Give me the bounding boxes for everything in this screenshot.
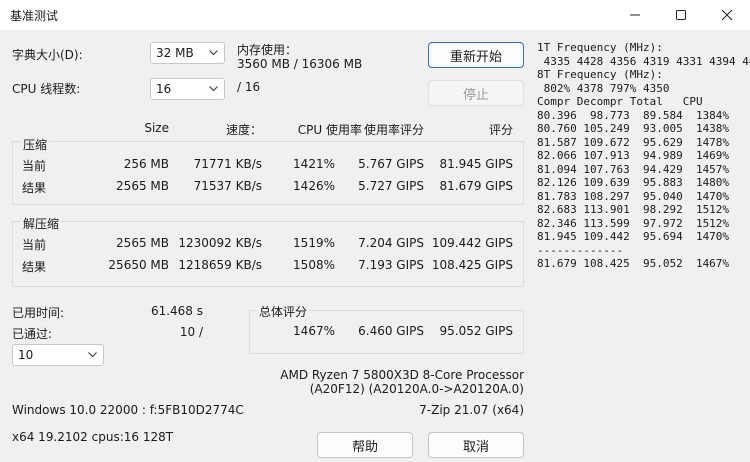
decompress-group: [12, 221, 524, 287]
help-button-label: 帮助: [351, 439, 378, 455]
compress-group-title: 压缩: [21, 136, 50, 153]
total-rating: 95.052 GIPS: [439, 324, 514, 338]
log-line: 81.679 108.425 95.052 1467%: [537, 257, 730, 270]
window-title: 基准测试: [10, 9, 59, 23]
elapsed-time-value: 61.468 s: [150, 304, 203, 318]
cpu-id: (A20F12) (A20120A.0->A20120A.0): [309, 382, 524, 396]
log-line: 81.783 108.297 95.040 1470%: [537, 189, 730, 203]
minimize-icon: [630, 14, 640, 16]
decompress-current-size: 2565 MB: [116, 236, 169, 250]
cpu-threads-select[interactable]: 16: [150, 78, 225, 100]
elapsed-time-label: 已用时间:: [12, 306, 65, 320]
title-bar: 基准测试: [0, 0, 750, 30]
compress-current-usage: 5.767 GIPS: [358, 157, 424, 171]
dict-size-value: 32 MB: [156, 46, 194, 60]
decompress-current-cpu: 1519%: [293, 236, 335, 250]
maximize-icon: [676, 10, 686, 20]
restart-button-label: 重新开始: [449, 49, 502, 65]
log-line: 81.945 109.442 95.694 1470%: [537, 230, 730, 243]
chevron-down-icon: [209, 50, 218, 56]
compress-result-speed: 71537 KB/s: [193, 179, 262, 193]
header-size: Size: [144, 121, 169, 135]
log-line: 4335 4428 4356 4319 4331 4394 4475: [537, 54, 750, 68]
log-line: 80.760 105.249 93.005 1438%: [537, 122, 730, 135]
header-cpu-usage: CPU 使用率: [297, 123, 362, 137]
passes-label: 已通过:: [12, 327, 53, 341]
passes-select[interactable]: 10: [12, 344, 104, 366]
log-line: 82.126 109.639 95.883 1480%: [537, 176, 730, 189]
zip-version: 7-Zip 21.07 (x64): [419, 403, 524, 417]
chevron-down-icon: [209, 86, 218, 92]
log-line: 82.683 113.901 98.292 1512%: [537, 203, 730, 216]
log-line: 8T Frequency (MHz):: [537, 68, 663, 81]
dict-size-label: 字典大小(D):: [12, 48, 83, 62]
decompress-current-speed: 1230092 KB/s: [178, 236, 262, 250]
decompress-result-rating: 108.425 GIPS: [431, 258, 513, 272]
decompress-result-usage: 7.193 GIPS: [358, 258, 424, 272]
compress-current-size: 256 MB: [123, 157, 169, 171]
log-line: 1T Frequency (MHz):: [537, 41, 663, 54]
memory-usage-value: 3560 MB / 16306 MB: [237, 57, 363, 71]
passes-value: 10 /: [179, 325, 203, 339]
log-line: 80.396 98.773 89.584 1384%: [537, 108, 730, 122]
compress-result-usage: 5.727 GIPS: [358, 179, 424, 193]
compress-group: [12, 141, 524, 205]
log-line: 82.066 107.913 94.989 1469%: [537, 149, 730, 162]
cpu-threads-max: / 16: [237, 80, 261, 94]
header-speed: 速度：: [225, 123, 262, 137]
compress-result-rating: 81.679 GIPS: [439, 179, 514, 193]
decompress-result-size: 25650 MB: [108, 258, 169, 272]
cpu-model: AMD Ryzen 7 5800X3D 8-Core Processor: [280, 368, 524, 382]
dict-size-select[interactable]: 32 MB: [150, 42, 225, 64]
benchmark-window: 字典大小(D): 32 MB CPU 线程数: 16 / 16 内存使用： 35…: [0, 30, 750, 462]
total-rating-title: 总体评分: [257, 303, 310, 320]
decompress-row-label: 当前: [22, 238, 47, 252]
compress-current-rating: 81.945 GIPS: [439, 157, 514, 171]
decompress-group-title: 解压缩: [21, 215, 62, 232]
header-rating: 评分: [488, 123, 513, 137]
log-line: 82.346 113.599 97.972 1512%: [537, 216, 730, 230]
cancel-button-label: 取消: [462, 439, 489, 455]
restart-button[interactable]: 重新开始: [428, 42, 524, 68]
cancel-button[interactable]: 取消: [428, 432, 524, 458]
chevron-down-icon: [88, 352, 97, 358]
log-line: 81.587 109.672 95.629 1478%: [537, 135, 730, 149]
total-usage: 6.460 GIPS: [358, 324, 424, 338]
compress-current-speed: 71771 KB/s: [193, 157, 262, 171]
cpu-threads-value: 16: [156, 82, 172, 96]
stop-button[interactable]: 停止: [428, 80, 524, 106]
passes-select-value: 10: [18, 348, 34, 362]
stop-button-label: 停止: [462, 87, 489, 103]
minimize-button[interactable]: [612, 0, 658, 30]
os-info: Windows 10.0 22000 : f:5FB10D2774C: [12, 403, 244, 417]
close-button[interactable]: [704, 0, 750, 30]
maximize-button[interactable]: [658, 0, 704, 30]
decompress-current-usage: 7.204 GIPS: [358, 236, 424, 250]
log-line: -------------: [537, 243, 624, 257]
compress-result-cpu: 1426%: [293, 179, 335, 193]
decompress-result-speed: 1218659 KB/s: [178, 258, 262, 272]
memory-usage-label: 内存使用：: [237, 43, 298, 57]
frequency-log: 1T Frequency (MHz): 4335 4428 4356 4319 …: [537, 41, 750, 271]
compress-row-label: 当前: [22, 159, 47, 173]
compress-result-size: 2565 MB: [116, 179, 169, 193]
cpu-threads-label: CPU 线程数:: [12, 82, 81, 96]
compress-current-cpu: 1421%: [293, 157, 335, 171]
log-line: Compr Decompr Total CPU: [537, 95, 703, 108]
close-icon: [721, 9, 733, 21]
decompress-row-label: 结果: [22, 260, 47, 274]
compress-row-label: 结果: [22, 181, 47, 195]
help-button[interactable]: 帮助: [317, 432, 413, 458]
arch-info: x64 19.2102 cpus:16 128T: [12, 430, 174, 444]
log-line: 802% 4378 797% 4350: [537, 81, 670, 95]
log-line: 81.094 107.763 94.429 1457%: [537, 162, 730, 176]
decompress-result-cpu: 1508%: [293, 258, 335, 272]
header-rating-usage: 使用率评分: [363, 123, 424, 137]
total-cpu: 1467%: [293, 324, 335, 338]
decompress-current-rating: 109.442 GIPS: [431, 236, 513, 250]
